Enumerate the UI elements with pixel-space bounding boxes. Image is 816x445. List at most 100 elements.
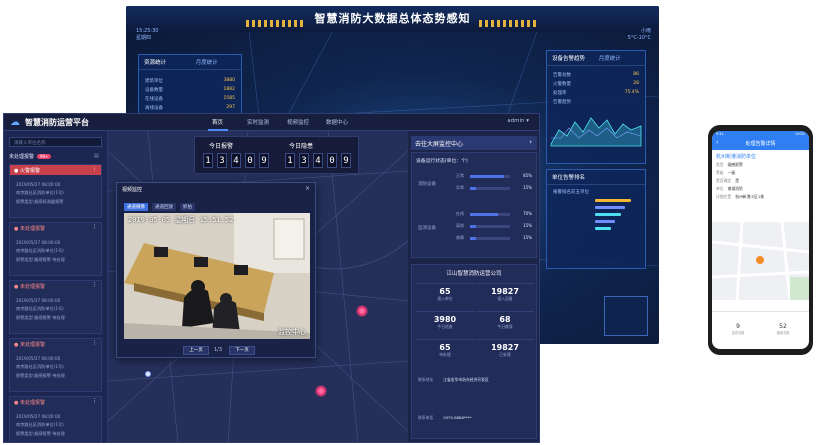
alarm-card[interactable]: ● 火警报警 ⋮ 2019/05/27 08:00:00 南京路社区消防单位(1号…: [9, 164, 102, 218]
bigscreen-time: 15:25:30 星期四: [136, 28, 158, 42]
ranking-bar: [595, 199, 631, 202]
mobile-app-mockup: 9:41 100% ‹ 处理告警详情 杭州新港消防单位 类型 烟感报警 等级 一级 是…: [708, 125, 813, 355]
video-feed[interactable]: 2019-05-05 星期日 15:51:52 监控中心: [124, 213, 310, 339]
video-timestamp: 2019-05-05 星期日 15:51:52: [128, 216, 234, 224]
status-row: 故障 15%: [456, 235, 532, 240]
tab-snapshot[interactable]: 抓拍: [180, 203, 195, 211]
counter-digit: 9: [259, 153, 269, 168]
alarm-card-title: ● 未处理报警 ⋮: [10, 339, 101, 349]
detail-row: 类型 烟感报警: [716, 162, 743, 167]
alarm-line: 报警类型:烟感报警 待处理: [16, 430, 65, 436]
more-icon[interactable]: ⋮: [92, 398, 97, 404]
stat-row: 建筑单位 3880: [145, 77, 235, 84]
ranking-bar: [595, 206, 625, 209]
panel-tag[interactable]: 月度统计: [599, 56, 621, 62]
alarm-line: 南京路社区消防单位(1号): [16, 421, 64, 427]
chart-label: 告警趋势: [553, 99, 571, 105]
unit-ranking-panel: 单位告警排名 报警排名前五单位: [546, 169, 646, 269]
panel-subtitle: 报警排名前五单位: [553, 190, 589, 195]
search-input[interactable]: 请输入单位名称: [9, 137, 102, 147]
phone-footer-stats: 9 巡查次数 52 维保次数: [712, 311, 809, 349]
counter-digit: 3: [217, 153, 227, 168]
phone-screen: 9:41 100% ‹ 处理告警详情 杭州新港消防单位 类型 烟感报警 等级 一级 是…: [712, 131, 809, 349]
alarm-line: 2019/05/27 08:00:00: [16, 413, 61, 419]
status-bar-fill: [470, 187, 476, 190]
nav-data-center[interactable]: 数据中心: [326, 118, 348, 126]
panel-title: 单位告警排名: [547, 170, 645, 185]
counter-digit: 1: [285, 153, 295, 168]
phone-location-map[interactable]: [712, 222, 809, 300]
panel-title: 设备告警趋势 月度统计: [547, 51, 645, 66]
alarm-line: 2019/05/27 08:00:00: [16, 181, 61, 187]
filter-icon[interactable]: ▤: [94, 153, 99, 159]
footer-stat: 9 巡查次数: [731, 323, 745, 335]
alarm-list-header: 未处理报警 99+: [9, 153, 52, 160]
nav-video-monitor[interactable]: 视频监控: [287, 118, 309, 126]
more-icon[interactable]: ⋮: [92, 282, 97, 288]
footer-stat: 52 维保次数: [776, 323, 790, 335]
prev-page-button[interactable]: 上一页: [183, 346, 209, 355]
status-bar-fill: [470, 175, 504, 178]
page-indicator: 1/3: [214, 347, 223, 353]
counter-digit: 4: [313, 153, 323, 168]
tab-live[interactable]: 通道摄像: [124, 203, 148, 211]
ranking-bar: [595, 220, 615, 223]
goto-bigscreen-button[interactable]: 去往大屏监控中心 ›: [411, 136, 537, 150]
today-counters: 今日报警 今日隐患 1 3 4 0 9 1 3 4 0 9: [194, 136, 359, 174]
alarm-map-pin[interactable]: [315, 385, 327, 397]
temperature-text: 5°C-10°C: [627, 35, 651, 41]
stat-row: 设备数量 1882: [145, 86, 235, 93]
detail-row: 单位 南湖消防: [716, 186, 743, 191]
unit-name: 杭州新港消防单位: [716, 154, 757, 160]
alarm-card-title: ● 未处理报警 ⋮: [10, 281, 101, 291]
phone-nav-bar: ‹ 处理告警详情: [712, 138, 809, 150]
phone-page-title: 处理告警详情: [745, 141, 776, 147]
today-hidden-danger-label: 今日隐患: [289, 143, 314, 150]
alarm-trend-panel: 设备告警趋势 月度统计 告警总数 86 火警数量 28 处理率 75.4% 告警趋势: [546, 50, 646, 164]
weekday-text: 星期四: [136, 35, 152, 41]
nav-realtime-monitor[interactable]: 实时监测: [247, 118, 269, 126]
more-icon[interactable]: ⋮: [92, 166, 97, 172]
panel-title: 资源统计 月度统计: [139, 55, 241, 70]
group-label: 监测设备: [418, 226, 436, 231]
tab-playback[interactable]: 通道回放: [152, 203, 176, 211]
close-icon[interactable]: ×: [305, 185, 310, 192]
alarm-card[interactable]: ● 未处理报警 ⋮ 2019/05/27 08:00:00 南京路社区消防单位(1…: [9, 222, 102, 276]
alarm-line: 报警类型:烟感报警 待处理: [16, 372, 65, 378]
detail-row: 详细位置 杭州新港小区1栋: [716, 194, 765, 199]
company-stat: 65 接入单位: [416, 283, 474, 305]
counter-digit: 4: [231, 153, 241, 168]
company-name: 江山智慧消防运营公司: [446, 271, 502, 277]
dialog-title: 视频监控: [122, 187, 143, 193]
status-bar-fill: [470, 237, 476, 240]
next-page-button[interactable]: 下一页: [229, 346, 255, 355]
status-bar-fill: [470, 213, 498, 216]
today-alarm-label: 今日报警: [209, 143, 234, 150]
video-monitor-dialog: 视频监控 × 通道摄像 通道回放 抓拍 2019-05-05 星期日 15:51…: [116, 182, 316, 358]
alarm-count-badge: 99+: [37, 154, 52, 159]
ops-platform-window: ☁ 智慧消防运营平台 首页 实时监测 视频监控 数据中心 admin ▾ 请输入…: [3, 113, 540, 443]
user-menu[interactable]: admin ▾: [507, 118, 529, 124]
alarm-map-pin[interactable]: [356, 305, 368, 317]
alarm-card-title: ● 未处理报警 ⋮: [10, 397, 101, 407]
alarm-sidebar: 请输入单位名称 未处理报警 99+ ▤ ● 火警报警 ⋮ 2019/05/27 08…: [4, 131, 108, 442]
chevron-right-icon: ›: [529, 138, 532, 146]
alarm-line: 2019/05/27 08:00:00: [16, 239, 61, 245]
alarm-card[interactable]: ● 未处理报警 ⋮ 2019/05/27 08:00:00 南京路社区消防单位(1…: [9, 338, 102, 392]
alarm-card[interactable]: ● 未处理报警 ⋮ 2019/05/27 08:00:00 南京路社区消防单位(1…: [9, 280, 102, 334]
alarm-line: 2019/05/27 08:00:00: [16, 355, 61, 361]
device-map-dot[interactable]: [145, 371, 151, 377]
ranking-bar: [595, 213, 621, 216]
company-stat: 68 今日维保: [476, 311, 534, 333]
panel-tag[interactable]: 月度统计: [196, 60, 218, 66]
bigscreen-control-widget[interactable]: [604, 296, 648, 336]
detail-row: 是否确定是: [716, 178, 739, 183]
time-text: 15:25:30: [136, 28, 159, 34]
alarm-card-title: ● 未处理报警 ⋮: [10, 223, 101, 233]
company-info-panel: 江山智慧消防运营公司 65 接入单位 19827 接入设备 3980 今日巡查 68 今…: [411, 264, 537, 439]
ranking-bar: [595, 227, 611, 230]
more-icon[interactable]: ⋮: [92, 340, 97, 346]
alarm-card[interactable]: ● 未处理报警 ⋮ 2019/05/27 08:00:00 南京路社区消防单位(1…: [9, 396, 102, 442]
nav-home[interactable]: 首页: [212, 118, 223, 126]
more-icon[interactable]: ⋮: [92, 224, 97, 230]
